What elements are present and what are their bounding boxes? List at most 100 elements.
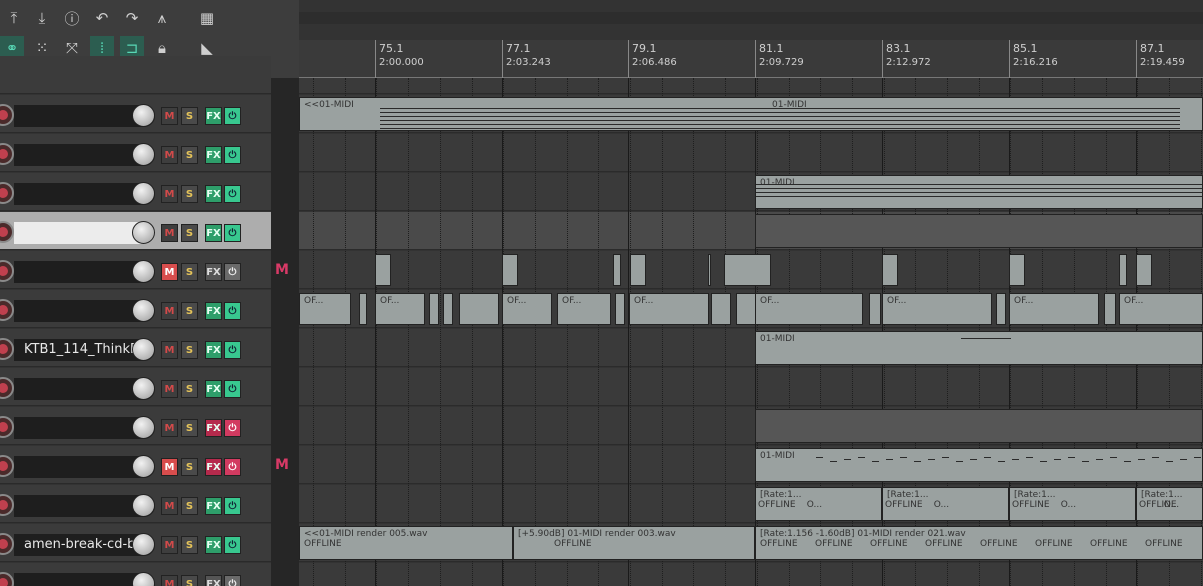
media-item[interactable] [443,293,453,325]
fx-bypass-button[interactable]: ⏻ [224,107,241,125]
track-row[interactable]: M S FX ⏻ [0,290,271,328]
record-arm-button[interactable] [0,299,14,321]
media-item[interactable]: [Rate:1... OFFLINE O... [755,487,882,521]
track-row[interactable]: M S FX ⏻ [0,95,271,133]
fx-bypass-button[interactable]: ⏻ [224,458,241,476]
media-item[interactable] [1104,293,1116,325]
arrange-view[interactable]: <<01-MIDI 01-MIDI 01-MIDI OF... OF... OF... OF… [299,78,1203,586]
volume-knob[interactable] [132,533,155,556]
ripple-icon[interactable]: ⩚ [150,6,174,30]
media-item[interactable]: OF... [502,293,552,325]
mute-button[interactable]: M [161,419,178,437]
fx-button[interactable]: FX [205,497,222,515]
media-item[interactable]: OF... [1119,293,1203,325]
media-item[interactable]: 01-MIDI [755,448,1203,482]
record-arm-button[interactable] [0,260,14,282]
solo-button[interactable]: S [181,380,198,398]
fx-bypass-button[interactable]: ⏻ [224,497,241,515]
fx-button[interactable]: FX [205,575,222,586]
mute-button[interactable]: M [161,185,178,203]
fx-button[interactable]: FX [205,458,222,476]
volume-knob[interactable] [132,299,155,322]
fx-button[interactable]: FX [205,146,222,164]
media-item[interactable]: OF... [629,293,709,325]
media-item[interactable]: [Rate:1.156 -1.60dB] 01-MIDI render 021.… [755,526,1203,560]
record-arm-button[interactable] [0,455,14,477]
media-item[interactable] [359,293,367,325]
record-arm-button[interactable] [0,494,14,516]
media-item[interactable] [613,254,621,286]
solo-button[interactable]: S [181,302,198,320]
fx-button[interactable]: FX [205,107,222,125]
record-arm-button[interactable] [0,182,14,204]
grid-box-icon[interactable]: ▦ [195,6,219,30]
media-item[interactable]: OF... [1009,293,1099,325]
mute-button[interactable]: M [161,263,178,281]
media-item[interactable] [502,254,518,286]
media-item[interactable] [996,293,1006,325]
track-row[interactable]: M S FX ⏻ [0,563,271,586]
media-item[interactable]: OF... [299,293,351,325]
media-item[interactable]: 01-MIDI [755,331,1203,365]
track-row[interactable]: KTB1_114_ThinkB M S FX ⏻ [0,329,271,367]
fx-button[interactable]: FX [205,341,222,359]
record-arm-button[interactable] [0,143,14,165]
media-item[interactable] [630,254,646,286]
metronome-up-icon[interactable]: ⤒ [2,6,26,30]
media-item[interactable]: [Rate:1... OFFLINE O... [1136,487,1203,521]
solo-button[interactable]: S [181,458,198,476]
record-arm-button[interactable] [0,104,14,126]
media-item[interactable]: <<01-MIDI 01-MIDI [299,97,1203,131]
media-item[interactable] [711,293,731,325]
media-item[interactable] [708,254,711,286]
fx-button[interactable]: FX [205,263,222,281]
fx-button[interactable]: FX [205,185,222,203]
track-row[interactable]: M S FX ⏻ [0,134,271,172]
fx-bypass-button[interactable]: ⏻ [224,419,241,437]
solo-button[interactable]: S [181,341,198,359]
volume-knob[interactable] [132,377,155,400]
media-item[interactable]: [Rate:1... OFFLINE O... [1009,487,1136,521]
media-item[interactable] [1119,254,1127,286]
media-item[interactable] [736,293,756,325]
volume-knob[interactable] [132,104,155,127]
solo-button[interactable]: S [181,185,198,203]
mute-button[interactable]: M [161,575,178,586]
media-item[interactable] [724,254,771,286]
media-item[interactable] [755,409,1203,443]
volume-knob[interactable] [132,455,155,478]
media-item[interactable]: 01-MIDI [755,175,1203,209]
fx-bypass-button[interactable]: ⏻ [224,302,241,320]
media-item[interactable] [882,254,898,286]
media-item[interactable]: OF... [557,293,611,325]
solo-button[interactable]: S [181,263,198,281]
fx-bypass-button[interactable]: ⏻ [224,146,241,164]
volume-knob[interactable] [132,416,155,439]
volume-knob[interactable] [132,338,155,361]
mute-button[interactable]: M [161,497,178,515]
track-row[interactable]: amen-break-cd-b M S FX ⏻ [0,524,271,562]
mute-button[interactable]: M [161,380,178,398]
record-arm-button[interactable] [0,533,14,555]
volume-knob[interactable] [132,494,155,517]
solo-button[interactable]: S [181,146,198,164]
media-item[interactable] [1136,254,1152,286]
fx-bypass-button[interactable]: ⏻ [224,536,241,554]
media-item[interactable]: OF... [375,293,425,325]
fx-bypass-button[interactable]: ⏻ [224,380,241,398]
record-arm-button[interactable] [0,572,14,586]
media-item[interactable] [869,293,881,325]
timeline-ruler[interactable]: 75.1 2:00.000 77.1 2:03.243 79.1 2:06.486 8… [299,40,1203,78]
mute-button[interactable]: M [161,341,178,359]
media-item[interactable] [429,293,439,325]
fx-bypass-button[interactable]: ⏻ [224,224,241,242]
record-arm-button[interactable] [0,416,14,438]
media-item[interactable]: [Rate:1... OFFLINE O... [882,487,1009,521]
volume-knob[interactable] [132,221,155,244]
media-item[interactable]: OF... [882,293,992,325]
track-row[interactable]: M S FX ⏻ [0,251,271,289]
undo-icon[interactable]: ↶ [90,6,114,30]
track-row[interactable]: M S FX ⏻ [0,407,271,445]
fx-button[interactable]: FX [205,536,222,554]
fx-button[interactable]: FX [205,380,222,398]
